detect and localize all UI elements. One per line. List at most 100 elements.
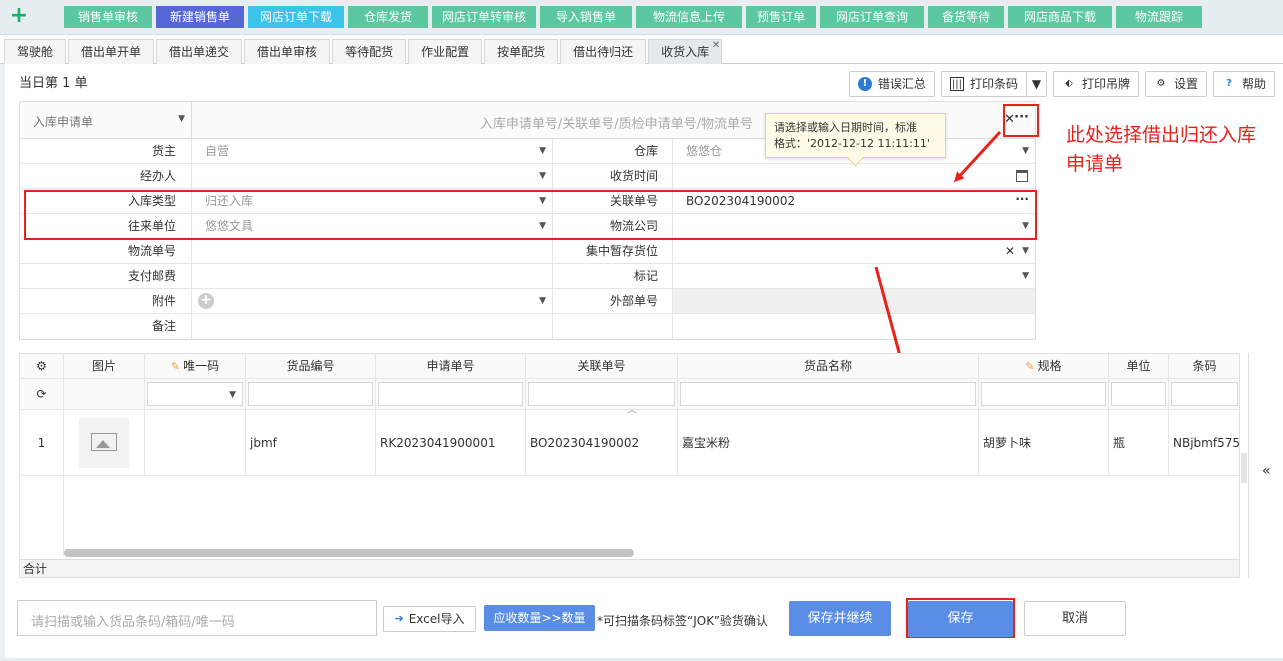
column-filter-input[interactable] <box>378 382 523 406</box>
field-label: 货主 <box>20 139 192 163</box>
panel-handle[interactable] <box>1241 453 1247 483</box>
sub-tab-7[interactable]: 借出待归还 <box>560 39 647 64</box>
table-cell: BO202304190002 <box>526 410 678 475</box>
column-filter-input[interactable] <box>1111 382 1166 406</box>
field-label: 收货时间 <box>553 164 673 188</box>
print-barcode-button[interactable]: ||| 打印条码 <box>940 71 1027 97</box>
left-edge <box>0 64 5 661</box>
column-filter-input[interactable] <box>1171 382 1238 406</box>
sub-tab-2[interactable]: 借出单递交 <box>156 39 243 64</box>
top-tab-4[interactable]: 网店订单转审核 <box>432 6 536 28</box>
field-value[interactable]: 自营 ▼ <box>192 139 553 163</box>
sub-tab-3[interactable]: 借出单审核 <box>244 39 331 64</box>
table-row[interactable]: 1 jbmf RK2023041900001 BO202304190002 嘉宝米粉 胡萝… <box>20 410 1239 476</box>
top-tab-1[interactable]: 新建销售单 <box>156 6 244 28</box>
sub-tab-8[interactable]: 收货入库 ✕ <box>648 39 723 64</box>
caret-down-icon[interactable]: ▼ <box>539 164 546 188</box>
caret-down-icon: ▼ <box>1031 77 1042 91</box>
caret-down-icon[interactable]: ▼ <box>539 289 546 313</box>
column-header[interactable]: ✎ 规格 <box>979 354 1109 378</box>
column-header[interactable]: ✎ 唯一码 <box>145 354 246 378</box>
column-header[interactable]: 图片 <box>64 354 145 378</box>
top-tab-7[interactable]: 预售订单 <box>746 6 816 28</box>
sub-tab-5[interactable]: 作业配置 <box>408 39 483 64</box>
field-value[interactable] <box>673 289 1035 313</box>
field-value[interactable] <box>673 314 1035 339</box>
field-value[interactable] <box>192 239 553 263</box>
sub-tab-4[interactable]: 等待配货 <box>332 39 407 64</box>
close-tab-icon[interactable]: ✕ <box>712 34 720 58</box>
caret-down-icon[interactable]: ▼ <box>1022 264 1029 288</box>
help-button[interactable]: ? 帮助 <box>1212 71 1275 97</box>
field-value[interactable]: ▼ <box>192 164 553 188</box>
field-value[interactable] <box>192 314 553 339</box>
field-label: 附件 <box>20 289 192 313</box>
caret-down-icon[interactable]: ▼ <box>229 388 236 402</box>
top-tab-2[interactable]: 网店订单下载 <box>248 6 344 28</box>
calendar-icon[interactable] <box>1016 170 1028 182</box>
cell-text: 嘉宝米粉 <box>682 436 731 450</box>
error-summary-button[interactable]: ! 错误汇总 <box>848 71 935 97</box>
column-filter-input[interactable] <box>680 382 976 406</box>
table-cell: NBjbmf575 <box>1169 410 1239 475</box>
excel-import-button[interactable]: ➔ Excel导入 <box>383 606 476 632</box>
top-nav: + 销售单审核 新建销售单 网店订单下载 仓库发货 网店订单转审核 导入销售单 物流信息上传… <box>0 0 1283 35</box>
column-header-label: 图片 <box>91 359 116 373</box>
save-continue-button[interactable]: 保存并继续 <box>789 601 891 636</box>
top-tab-8[interactable]: 网店订单查询 <box>820 6 924 28</box>
top-tab-0[interactable]: 销售单审核 <box>64 6 152 28</box>
print-barcode-dropdown[interactable]: ▼ <box>1026 71 1047 97</box>
column-header[interactable]: 申请单号 <box>376 354 526 378</box>
save-button[interactable]: 保存 <box>908 601 1013 637</box>
cell-text: 瓶 <box>1113 436 1126 450</box>
add-icon[interactable]: + <box>8 5 30 28</box>
add-attachment-icon[interactable]: + <box>198 293 214 309</box>
column-header[interactable]: 条码 <box>1169 354 1239 378</box>
field-value[interactable] <box>673 164 1035 188</box>
sub-tab-label: 收货入库 <box>661 45 710 59</box>
sub-tab-0[interactable]: 驾驶舱 <box>4 39 67 64</box>
clear-icon[interactable]: ✕ <box>1005 239 1015 263</box>
horizontal-scrollbar[interactable] <box>64 549 634 557</box>
caret-down-icon[interactable]: ▼ <box>539 139 546 163</box>
sub-tab-6[interactable]: 按单配货 <box>484 39 559 64</box>
top-tab-11[interactable]: 物流跟踪 <box>1116 6 1202 28</box>
request-type-select[interactable]: 入库申请单 ▼ <box>20 102 192 138</box>
column-header-label: 唯一码 <box>183 359 220 373</box>
top-tab-5[interactable]: 导入销售单 <box>540 6 632 28</box>
column-filter-input[interactable] <box>981 382 1106 406</box>
form-row: 附件 ▼ + 外部单号 <box>20 289 1035 314</box>
column-header[interactable]: 关联单号 <box>526 354 678 378</box>
column-filter-input[interactable] <box>248 382 373 406</box>
column-header[interactable]: 货品编号 <box>246 354 376 378</box>
sub-tab-label: 借出待归还 <box>573 45 634 59</box>
field-label-text: 物流单号 <box>127 244 176 258</box>
sort-up-icon[interactable]: ︿ <box>627 401 637 416</box>
scan-input[interactable]: 请扫描或输入货品条码/箱码/唯一码 <box>17 600 377 636</box>
caret-down-icon[interactable]: ▼ <box>1022 139 1029 163</box>
field-value[interactable]: ▼ ✕ <box>673 239 1035 263</box>
column-filter-input[interactable]: ▼ <box>147 382 243 406</box>
refresh-icon[interactable]: ⟳ <box>20 379 64 409</box>
field-value[interactable]: ▼ <box>673 264 1035 288</box>
collapse-left-icon[interactable]: « <box>1262 463 1271 479</box>
field-value[interactable] <box>192 264 553 288</box>
column-header[interactable]: 单位 <box>1109 354 1169 378</box>
product-image <box>64 410 145 475</box>
top-tab-3[interactable]: 仓库发货 <box>348 6 428 28</box>
top-tab-6[interactable]: 物流信息上传 <box>636 6 742 28</box>
sub-tab-1[interactable]: 借出单开单 <box>68 39 155 64</box>
qty-copy-button[interactable]: 应收数量>>数量 <box>484 605 595 631</box>
cancel-button[interactable]: 取消 <box>1024 601 1126 636</box>
settings-button[interactable]: ⚙ 设置 <box>1144 71 1207 97</box>
field-value[interactable]: ▼ + <box>192 289 553 313</box>
filter-cell: ▼ <box>145 379 246 409</box>
field-label: 支付邮费 <box>20 264 192 288</box>
column-header[interactable]: 货品名称 <box>678 354 979 378</box>
caret-down-icon[interactable]: ▼ <box>1022 239 1029 263</box>
print-tag-button[interactable]: ⬖ 打印吊牌 <box>1052 71 1139 97</box>
gear-icon[interactable]: ⚙ <box>20 354 64 378</box>
top-tab-10[interactable]: 网店商品下载 <box>1008 6 1112 28</box>
column-filter-input[interactable] <box>528 382 675 406</box>
top-tab-9[interactable]: 备货等待 <box>928 6 1004 28</box>
